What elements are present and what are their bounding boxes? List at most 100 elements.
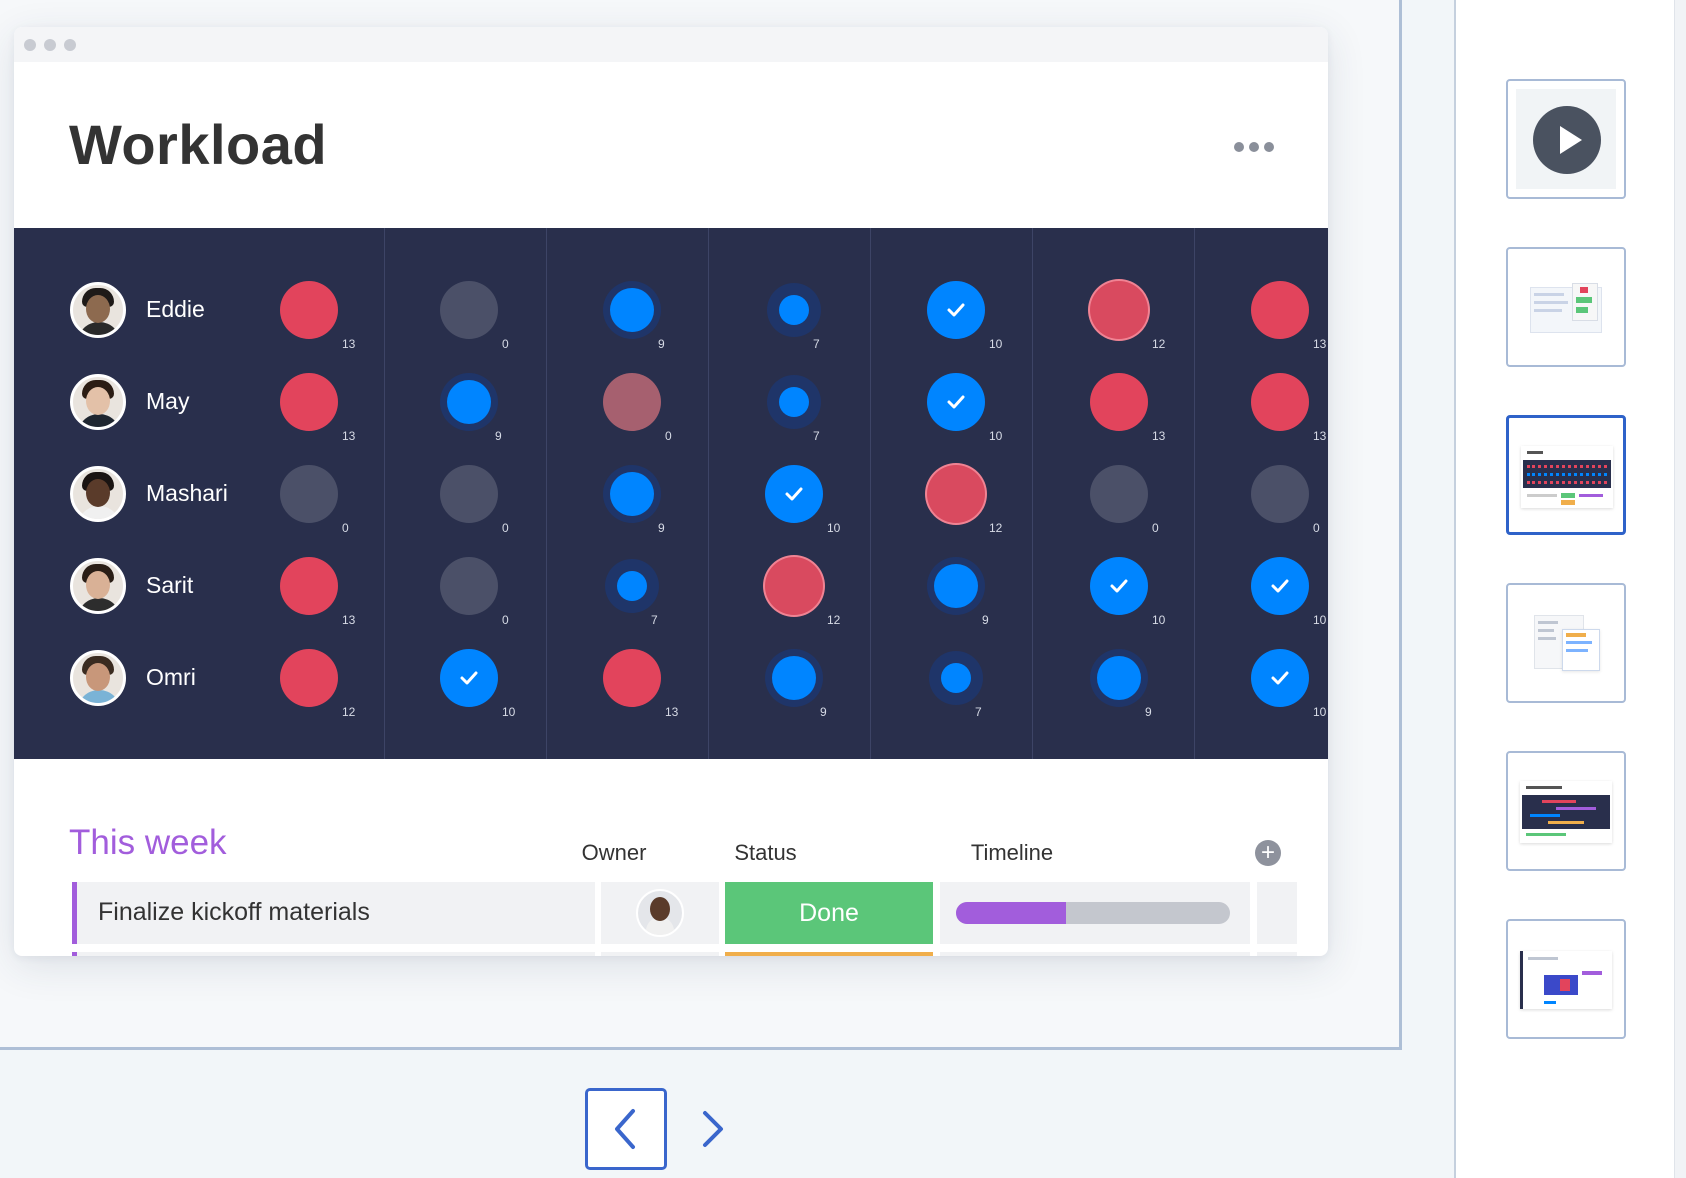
avatar[interactable] <box>70 650 126 706</box>
column-header-owner[interactable]: Owner <box>564 840 664 866</box>
next-slide-button[interactable] <box>693 1088 733 1170</box>
workload-value: 10 <box>1152 613 1166 627</box>
avatar[interactable] <box>70 466 126 522</box>
workload-value: 0 <box>1152 521 1159 535</box>
column-divider <box>546 228 547 759</box>
workload-cell[interactable]: 0 <box>429 270 509 351</box>
workload-cell[interactable]: 13 <box>592 638 678 719</box>
workload-cell[interactable]: 13 <box>1240 362 1326 443</box>
workload-circle <box>440 465 498 523</box>
workload-cell[interactable]: 9 <box>916 546 996 627</box>
person-name: Sarit <box>146 572 194 598</box>
column-header-status[interactable]: Status <box>669 840 862 866</box>
thumbnail-slide-2[interactable] <box>1506 247 1626 367</box>
timeline-bar[interactable] <box>956 902 1230 924</box>
person-name: Eddie <box>146 296 205 322</box>
workload-value: 9 <box>658 337 665 351</box>
workload-cell[interactable]: 12 <box>916 454 1002 535</box>
workload-value: 13 <box>1152 429 1166 443</box>
workload-value: 9 <box>495 429 502 443</box>
workload-value: 0 <box>502 337 509 351</box>
column-divider <box>384 228 385 759</box>
thumbnail-video[interactable] <box>1506 79 1626 199</box>
thumbnail-slide-4[interactable] <box>1506 583 1626 703</box>
workload-cell[interactable]: 10 <box>754 454 840 535</box>
thumbnail-slide-3-active[interactable] <box>1506 415 1626 535</box>
workload-cell[interactable]: 10 <box>916 270 1002 351</box>
widget-header: Workload <box>14 62 1328 228</box>
group-color-bar <box>72 952 77 956</box>
workload-cell[interactable]: 0 <box>1079 454 1159 535</box>
workload-value: 13 <box>342 613 356 627</box>
workload-cell[interactable]: 7 <box>754 270 834 351</box>
chevron-right-icon <box>703 1111 723 1147</box>
timeline-cell[interactable] <box>940 952 1250 956</box>
workload-cell[interactable]: 9 <box>429 362 509 443</box>
avatar[interactable] <box>70 558 126 614</box>
previous-slide-button[interactable] <box>585 1088 667 1170</box>
workload-value: 13 <box>665 705 679 719</box>
workload-value: 9 <box>658 521 665 535</box>
workload-cell[interactable]: 0 <box>1240 454 1320 535</box>
column-header-timeline[interactable]: Timeline <box>869 840 1155 866</box>
owner-cell[interactable] <box>601 952 719 956</box>
status-badge[interactable]: Working on it <box>725 952 933 956</box>
workload-cell[interactable]: 0 <box>592 362 672 443</box>
workload-value: 0 <box>502 613 509 627</box>
workload-value: 0 <box>502 521 509 535</box>
workload-circle <box>280 649 338 707</box>
workload-cell[interactable]: 9 <box>592 270 672 351</box>
plus-circle-icon[interactable]: + <box>1255 840 1281 866</box>
workload-cell[interactable]: 10 <box>1240 546 1326 627</box>
workload-cell[interactable]: 12 <box>754 546 840 627</box>
workload-cell[interactable]: 13 <box>269 546 355 627</box>
slide-thumbnail-panel <box>1454 0 1686 1178</box>
workload-cell[interactable]: 0 <box>269 454 349 535</box>
workload-value: 10 <box>827 521 841 535</box>
more-options-icon[interactable] <box>1234 142 1274 152</box>
check-icon <box>927 281 985 339</box>
workload-value: 7 <box>813 337 820 351</box>
workload-cell[interactable]: 0 <box>429 546 509 627</box>
workload-cell[interactable]: 7 <box>592 546 672 627</box>
status-badge[interactable]: Done <box>725 882 933 944</box>
avatar[interactable] <box>70 282 126 338</box>
workload-cell[interactable]: 12 <box>1079 270 1165 351</box>
workload-cell[interactable]: 7 <box>916 638 996 719</box>
workload-value: 13 <box>342 429 356 443</box>
workload-cell[interactable]: 13 <box>1240 270 1326 351</box>
workload-cell[interactable]: 9 <box>1079 638 1159 719</box>
window-dot <box>24 39 36 51</box>
workload-circle <box>610 472 654 516</box>
workload-cell[interactable]: 10 <box>1240 638 1326 719</box>
workload-cell[interactable]: 9 <box>592 454 672 535</box>
group-color-bar <box>72 882 77 944</box>
workload-circle <box>779 295 809 325</box>
item-name[interactable]: Finalize kickoff materials <box>98 898 370 927</box>
column-divider <box>870 228 871 759</box>
workload-circle <box>779 387 809 417</box>
workload-cell[interactable]: 0 <box>429 454 509 535</box>
item-name-cell[interactable] <box>72 952 595 956</box>
workload-cell[interactable]: 13 <box>269 362 355 443</box>
workload-cell[interactable]: 13 <box>1079 362 1165 443</box>
avatar[interactable] <box>636 889 684 937</box>
workload-cell[interactable]: 13 <box>269 270 355 351</box>
workload-value: 7 <box>651 613 658 627</box>
workload-cell[interactable]: 12 <box>269 638 355 719</box>
workload-cell[interactable]: 7 <box>754 362 834 443</box>
scrollbar-edge <box>1674 0 1686 1178</box>
check-icon <box>1090 557 1148 615</box>
person-name: Omri <box>146 664 196 690</box>
workload-cell[interactable]: 10 <box>1079 546 1165 627</box>
thumbnail-slide-6[interactable] <box>1506 919 1626 1039</box>
workload-cell[interactable]: 10 <box>429 638 515 719</box>
board-window: Workload Eddie 13 0 9 7 10 12 13 May 13 9 0 7 10 13 13 M… <box>14 27 1328 956</box>
workload-circle <box>1090 373 1148 431</box>
check-icon <box>927 373 985 431</box>
workload-cell[interactable]: 9 <box>754 638 834 719</box>
avatar[interactable] <box>70 374 126 430</box>
workload-cell[interactable]: 10 <box>916 362 1002 443</box>
thumbnail-slide-5[interactable] <box>1506 751 1626 871</box>
workload-circle <box>610 288 654 332</box>
